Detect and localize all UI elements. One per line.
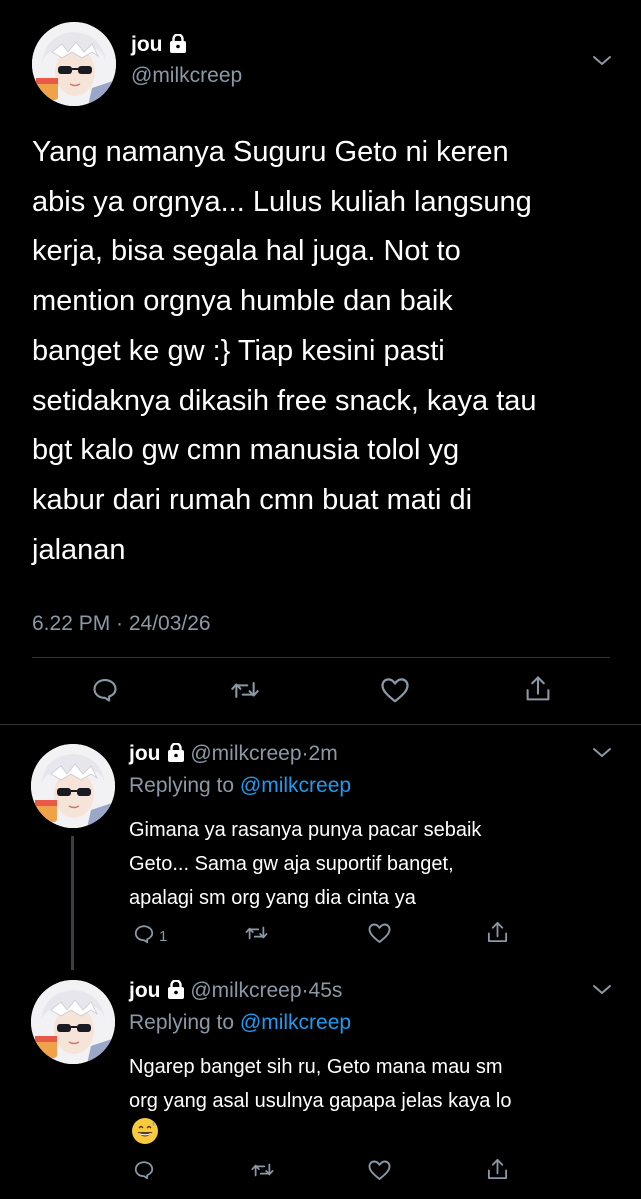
reply-button[interactable]: [133, 1159, 155, 1181]
like-icon: [381, 678, 409, 703]
reply-icon: [134, 1161, 154, 1180]
like-button[interactable]: [367, 1159, 392, 1181]
chevron-down-icon[interactable]: [591, 746, 613, 760]
replying-to: Replying to @milkcreep: [129, 1011, 351, 1035]
avatar-image: [31, 980, 115, 1064]
retweet-button[interactable]: [250, 1159, 275, 1181]
retweet-icon: [245, 926, 268, 940]
like-icon: [368, 1160, 391, 1180]
display-name[interactable]: jou: [129, 742, 161, 765]
mention-link[interactable]: @milkcreep: [240, 774, 351, 797]
chevron-down-icon[interactable]: [591, 983, 613, 997]
display-name[interactable]: jou: [131, 33, 187, 57]
replying-to-label: Replying to: [129, 1011, 240, 1034]
chevron-down-icon[interactable]: [591, 54, 613, 68]
time-ago[interactable]: 45s: [309, 979, 343, 1002]
tweet-text: Yang namanya Suguru Geto ni keren abis y…: [32, 136, 537, 566]
reply-header: jou @milkcreep·45s: [129, 979, 342, 1003]
like-button[interactable]: [380, 676, 410, 704]
reply-icon: [134, 924, 154, 943]
avatar-image: [31, 744, 115, 828]
share-icon: [487, 922, 508, 943]
retweet-icon: [231, 682, 259, 698]
share-icon: [487, 1159, 508, 1180]
reply-text: Gimana ya rasanya punya pacar sebaik Get…: [129, 819, 482, 909]
retweet-button[interactable]: [244, 922, 269, 944]
retweet-button[interactable]: [230, 676, 260, 704]
reply-header: jou @milkcreep·2m: [129, 742, 338, 766]
reply-button[interactable]: [91, 676, 119, 704]
like-icon: [368, 923, 391, 943]
display-name[interactable]: jou: [129, 979, 161, 1002]
tweet-timestamp[interactable]: 6.22 PM · 24/03/26: [32, 612, 211, 636]
grinning-sweat-emoji: [132, 1118, 158, 1144]
lock-icon: [169, 34, 186, 53]
separator-dot: ·: [301, 742, 309, 765]
time-ago[interactable]: 2m: [309, 742, 338, 765]
handle[interactable]: @milkcreep: [131, 64, 242, 88]
thread-line: [71, 836, 74, 970]
share-button[interactable]: [486, 920, 509, 945]
reply-button[interactable]: 1: [133, 922, 167, 945]
handle[interactable]: @milkcreep: [190, 742, 301, 765]
separator-dot: ·: [301, 979, 309, 1002]
avatar[interactable]: [31, 744, 115, 828]
avatar[interactable]: [31, 980, 115, 1064]
reply-count: 1: [159, 928, 168, 945]
handle[interactable]: @milkcreep: [190, 979, 301, 1002]
section-divider: [0, 724, 641, 725]
share-button[interactable]: [486, 1157, 509, 1182]
like-button[interactable]: [367, 922, 392, 944]
reply-icon: [93, 679, 117, 702]
share-button[interactable]: [524, 674, 552, 704]
lock-icon: [167, 980, 184, 999]
lock-icon: [167, 743, 184, 762]
reply-text: Ngarep banget sih ru, Geto mana mau sm o…: [129, 1056, 512, 1112]
replying-to-label: Replying to: [129, 774, 240, 797]
replying-to: Replying to @milkcreep: [129, 774, 351, 798]
mention-link[interactable]: @milkcreep: [240, 1011, 351, 1034]
display-name-text: jou: [131, 33, 163, 56]
retweet-icon: [251, 1163, 274, 1177]
avatar[interactable]: [32, 22, 116, 106]
divider: [32, 657, 610, 658]
share-icon: [526, 676, 550, 701]
avatar-image: [32, 22, 116, 106]
